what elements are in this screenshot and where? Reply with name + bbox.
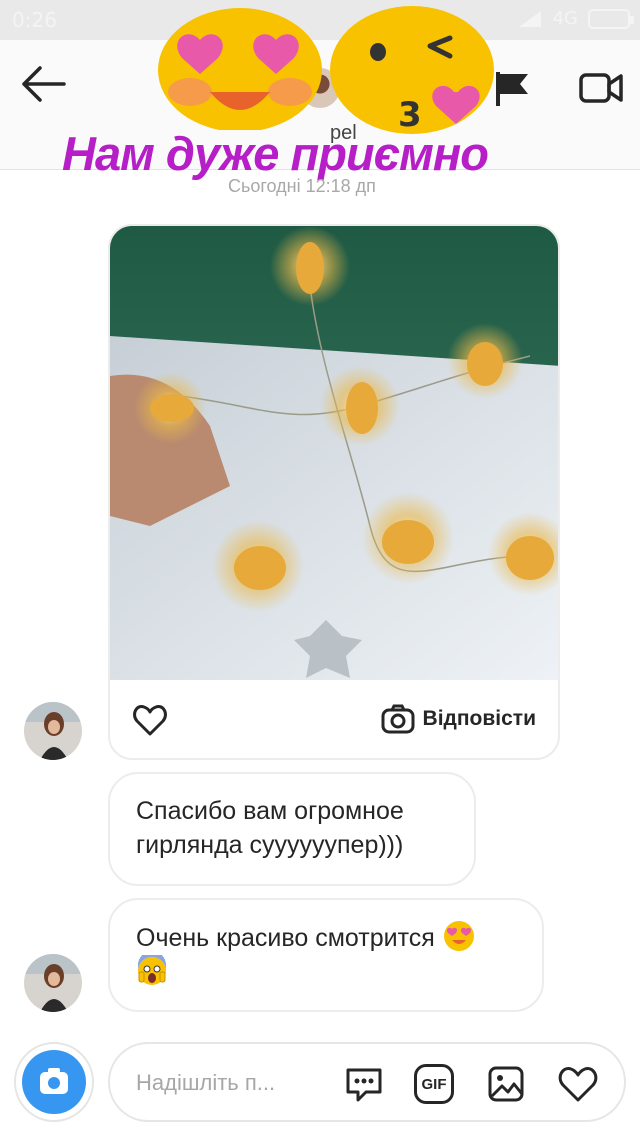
- message-text-line: гирлянда суууууупер))): [136, 831, 404, 859]
- shared-post-card[interactable]: Відповісти: [108, 224, 560, 760]
- post-actions-bar: Відповісти: [110, 680, 558, 758]
- camera-icon: [381, 704, 415, 734]
- screaming-face-emoji-icon: [138, 951, 166, 985]
- gif-button[interactable]: GIF: [414, 1064, 454, 1104]
- avatar-photo: [24, 702, 82, 760]
- message-bubble[interactable]: Спасибо вам огромное гирлянда суууууупер…: [108, 772, 476, 886]
- sender-avatar[interactable]: [24, 954, 82, 1012]
- reply-label: Відповісти: [422, 707, 536, 730]
- story-caption-overlay: Нам дуже приємно: [62, 127, 489, 180]
- battery-icon: [588, 8, 634, 29]
- heart-eyes-emoji-icon: [443, 921, 474, 951]
- arrow-left-icon[interactable]: [18, 64, 68, 104]
- message-dots-icon[interactable]: [344, 1064, 384, 1104]
- message-bubble[interactable]: Очень красиво смотрится: [108, 898, 544, 1012]
- message-text-line: Очень красиво смотрится: [136, 924, 435, 952]
- status-time: 0:26: [12, 8, 57, 32]
- message-composer: GIF: [0, 1030, 640, 1136]
- signal-icon: [518, 10, 541, 27]
- video-camera-icon[interactable]: [578, 68, 624, 108]
- camera-icon: [40, 1068, 68, 1094]
- message-text-line: Спасибо вам огромное: [136, 797, 404, 825]
- heart-eyes-emoji-sticker: [158, 8, 322, 130]
- network-label: 4G: [552, 8, 578, 29]
- heart-icon[interactable]: [556, 1064, 600, 1104]
- message-input[interactable]: [136, 1066, 316, 1100]
- heart-icon[interactable]: [132, 702, 168, 738]
- post-photo-lights[interactable]: [110, 226, 560, 680]
- avatar-photo: [24, 954, 82, 1012]
- sender-avatar[interactable]: [24, 702, 82, 760]
- image-icon[interactable]: [486, 1064, 526, 1104]
- message-input-wrap: GIF: [108, 1042, 626, 1122]
- thread-timestamp: Сьогодні 12:18 дп: [228, 176, 376, 196]
- camera-button[interactable]: [14, 1042, 94, 1122]
- kissing-wink-emoji-sticker: 3: [330, 6, 494, 135]
- reply-button[interactable]: Відповісти: [381, 704, 536, 734]
